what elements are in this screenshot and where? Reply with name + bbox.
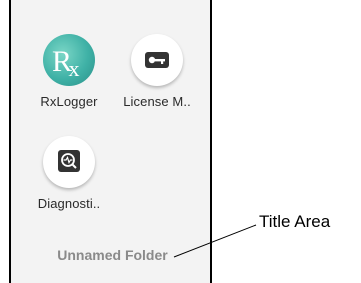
callout-leader-line xyxy=(173,224,257,258)
callout-label: Title Area xyxy=(259,212,331,231)
